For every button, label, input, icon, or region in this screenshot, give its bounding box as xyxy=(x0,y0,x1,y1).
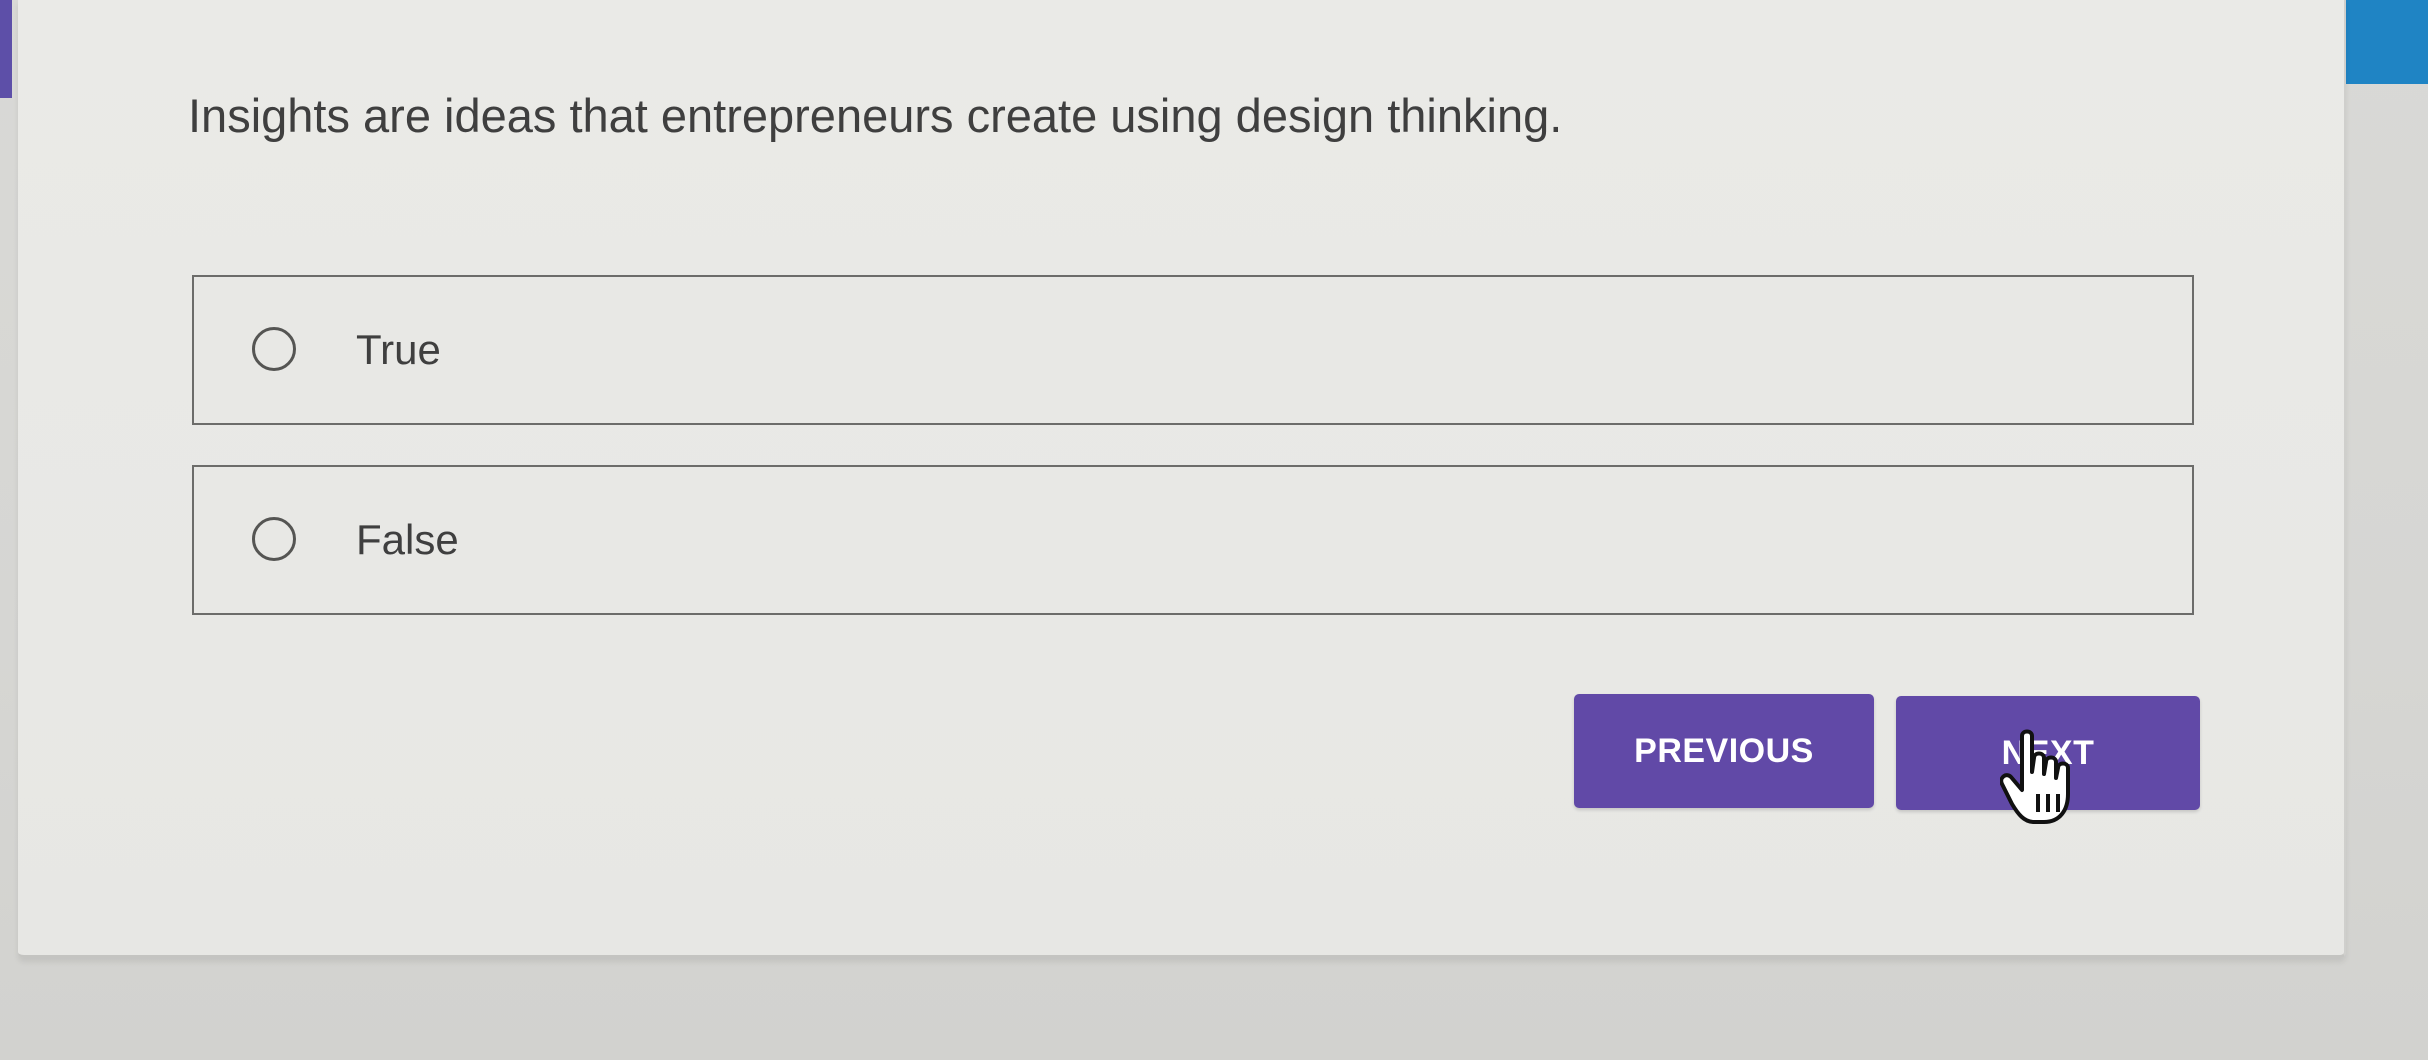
left-accent-bar xyxy=(0,0,12,98)
option-label-true: True xyxy=(356,326,441,373)
radio-button-false[interactable] xyxy=(252,517,296,561)
question-text: Insights are ideas that entrepreneurs cr… xyxy=(188,89,1563,142)
right-accent-bar xyxy=(2340,0,2428,84)
option-false[interactable]: False xyxy=(192,465,2194,615)
radio-button-true[interactable] xyxy=(252,327,296,371)
question-card: Insights are ideas that entrepreneurs cr… xyxy=(18,0,2346,958)
previous-button[interactable]: PREVIOUS xyxy=(1574,694,1874,808)
option-true[interactable]: True xyxy=(192,275,2194,425)
next-button[interactable]: NEXT xyxy=(1896,696,2200,810)
option-label-false: False xyxy=(356,516,459,563)
